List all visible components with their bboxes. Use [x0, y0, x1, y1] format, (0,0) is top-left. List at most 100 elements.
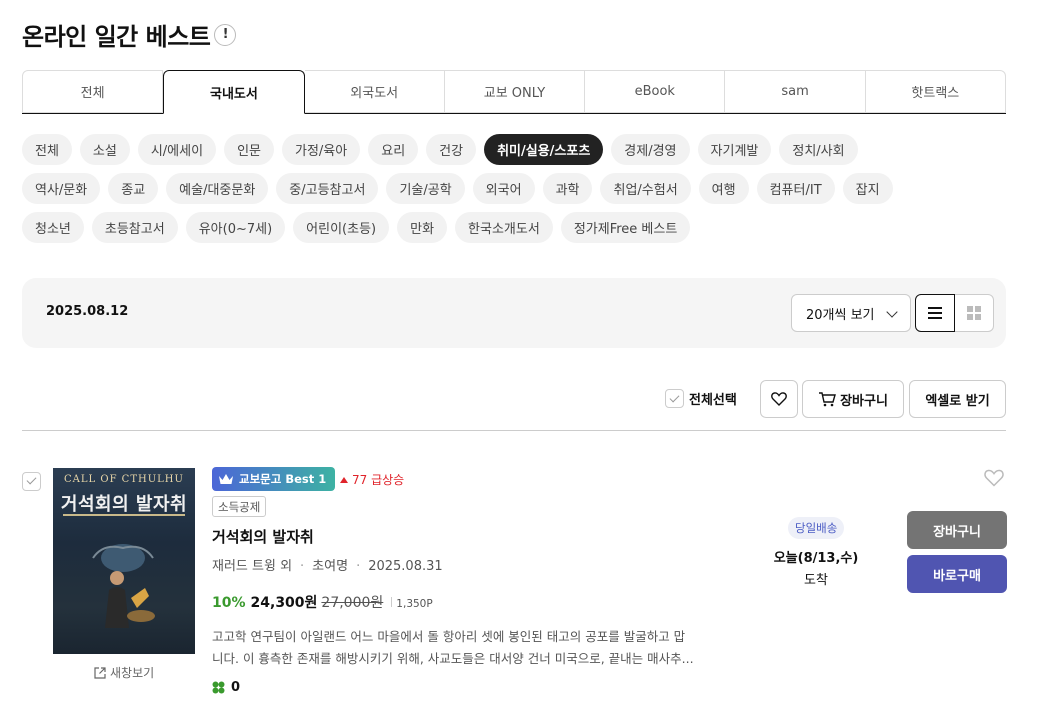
per-page-select[interactable]: 20개씩 보기	[791, 294, 911, 332]
book-cover[interactable]: CALL OF CTHULHU 거석회의 발자취	[53, 468, 195, 654]
clover-count: 0	[231, 680, 241, 695]
category-chip[interactable]: 경제/경영	[611, 134, 690, 165]
category-chip[interactable]: 만화	[397, 212, 448, 243]
tab-foreign-books[interactable]: 외국도서	[304, 70, 445, 113]
buy-now-button[interactable]: 바로구매	[907, 555, 1007, 593]
page-title: 온라인 일간 베스트 !	[22, 17, 237, 52]
tax-deduction-tag: 소득공제	[212, 496, 267, 517]
category-chip[interactable]: 컴퓨터/IT	[756, 173, 835, 204]
category-chip[interactable]: 어린이(초등)	[293, 212, 390, 243]
wishlist-button[interactable]	[760, 380, 798, 418]
per-page-label: 20개씩 보기	[806, 307, 875, 323]
category-chip[interactable]: 인문	[224, 134, 274, 165]
new-window-label: 새창보기	[110, 666, 155, 680]
select-all-label: 전체선택	[689, 393, 737, 408]
export-excel-button[interactable]: 엑셀로 받기	[909, 380, 1006, 418]
reward-points: 1,350P	[396, 598, 433, 610]
category-chip[interactable]: 청소년	[22, 212, 84, 243]
item-checkbox[interactable]	[22, 467, 46, 491]
delivery-date: 오늘(8/13,수)	[773, 551, 859, 566]
chevron-down-icon	[886, 306, 898, 318]
category-chip[interactable]: 요리	[368, 134, 419, 165]
description-line: 고고학 연구팀이 아일랜드 어느 마을에서 돌 항아리 셋에 봉인된 태고의 공…	[212, 629, 686, 644]
cart-icon	[819, 392, 837, 407]
same-day-delivery-badge: 당일배송	[788, 517, 845, 539]
category-chip[interactable]: 기술/공학	[386, 173, 465, 204]
delivery-arrive: 도착	[804, 573, 828, 588]
category-chip[interactable]: 취미/실용/스포츠	[484, 134, 604, 165]
category-chip[interactable]: 초등참고서	[91, 212, 178, 243]
rank-change: 77 급상승	[340, 471, 404, 488]
price-row: 10% 24,300원 27,000원 1,350P	[212, 592, 433, 612]
bulk-actions: 전체선택 장바구니 엑셀로 받기	[0, 380, 1042, 418]
chip-row: 역사/문화 종교 예술/대중문화 중/고등참고서 기술/공학 외국어 과학 취업/수험서 여행 컴…	[22, 173, 1022, 204]
cover-title-text: 거석회의 발자취	[60, 494, 188, 515]
description-line: 니다. 이 흉측한 존재를 해방시키기 위해, 사교도들은 대서양 건너 미국으…	[212, 651, 694, 666]
best-badge: 교보문고 Best 1	[212, 467, 336, 491]
category-chip[interactable]: 정치/사회	[779, 134, 858, 165]
cart-button-label: 장바구니	[840, 393, 888, 409]
rank-change-label: 77 급상승	[352, 473, 405, 487]
book-title[interactable]: 거석회의 발자취	[212, 526, 314, 547]
external-link-icon	[94, 666, 106, 679]
category-chip[interactable]: 건강	[426, 134, 477, 165]
add-to-cart-button[interactable]: 장바구니	[802, 380, 904, 418]
best-badge-label: 교보문고 Best 1	[239, 472, 327, 486]
category-chip[interactable]: 전체	[22, 134, 72, 165]
tab-hottracks[interactable]: 핫트랙스	[865, 70, 1006, 113]
info-icon[interactable]: !	[214, 23, 237, 46]
grid-view-icon	[967, 306, 981, 320]
page-title-text: 온라인 일간 베스트	[22, 23, 211, 51]
rank-up-icon	[340, 476, 348, 483]
chip-row: 청소년 초등참고서 유아(0~7세) 어린이(초등) 만화 한국소개도서 정가제Free 베…	[22, 212, 1022, 243]
category-chip[interactable]: 유아(0~7세)	[185, 212, 286, 243]
heart-icon	[771, 392, 787, 406]
clover-rating: 0	[212, 680, 240, 695]
grid-view-button[interactable]	[954, 294, 994, 332]
list-view-icon	[928, 307, 942, 319]
heart-icon	[984, 469, 1004, 487]
clover-icon	[212, 681, 225, 694]
category-chips: 전체 소설 시/에세이 인문 가정/육아 요리 건강 취미/실용/스포츠 경제/경영 자기계발 정치…	[22, 134, 1022, 251]
divider	[22, 430, 1006, 431]
select-all-checkbox[interactable]: 전체선택	[665, 389, 737, 408]
chip-row: 전체 소설 시/에세이 인문 가정/육아 요리 건강 취미/실용/스포츠 경제/경영 자기계발 정치…	[22, 134, 1022, 165]
original-price: 27,000원	[321, 595, 384, 611]
category-chip[interactable]: 과학	[542, 173, 593, 204]
category-chip[interactable]: 자기계발	[697, 134, 772, 165]
category-chip[interactable]: 가정/육아	[282, 134, 361, 165]
crown-icon	[219, 474, 233, 484]
checkbox-icon	[22, 471, 41, 491]
tab-sam[interactable]: sam	[725, 70, 866, 113]
cover-series-text: CALL OF CTHULHU	[64, 474, 184, 485]
book-translator[interactable]: 초여명	[312, 559, 348, 574]
category-chip[interactable]: 중/고등참고서	[276, 173, 379, 204]
book-description: 고고학 연구팀이 아일랜드 어느 마을에서 돌 항아리 셋에 봉인된 태고의 공…	[212, 626, 732, 670]
book-pub-date: 2025.08.31	[368, 559, 443, 574]
checkbox-icon	[665, 389, 684, 408]
book-meta: 재러드 트윙 외 · 초여명 · 2025.08.31	[212, 559, 443, 574]
category-chip[interactable]: 취업/수험서	[600, 173, 691, 204]
category-chip[interactable]: 잡지	[842, 173, 893, 204]
item-cart-button[interactable]: 장바구니	[907, 511, 1007, 549]
tab-ebook[interactable]: eBook	[585, 70, 726, 113]
book-author[interactable]: 재러드 트윙 외	[212, 559, 292, 574]
category-chip[interactable]: 역사/문화	[22, 173, 101, 204]
tab-domestic-books[interactable]: 국내도서	[163, 70, 305, 114]
category-chip[interactable]: 여행	[698, 173, 749, 204]
category-chip[interactable]: 시/에세이	[137, 134, 217, 165]
tab-kyobo-only[interactable]: 교보 ONLY	[444, 70, 586, 113]
category-chip[interactable]: 종교	[108, 173, 159, 204]
cover-rule	[63, 514, 185, 516]
category-chip[interactable]: 예술/대중문화	[166, 173, 269, 204]
list-toolbar: 2025.08.12 20개씩 보기	[22, 278, 1006, 348]
item-wishlist-button[interactable]	[984, 469, 1004, 491]
category-chip[interactable]: 한국소개도서	[455, 212, 553, 243]
category-chip[interactable]: 외국어	[472, 173, 535, 204]
category-chip[interactable]: 정가제Free 베스트	[560, 212, 691, 243]
list-view-button[interactable]	[915, 294, 955, 332]
category-chip[interactable]: 소설	[79, 134, 130, 165]
tab-all[interactable]: 전체	[22, 70, 164, 113]
cover-illustration	[92, 544, 155, 628]
new-window-link[interactable]: 새창보기	[94, 664, 154, 681]
